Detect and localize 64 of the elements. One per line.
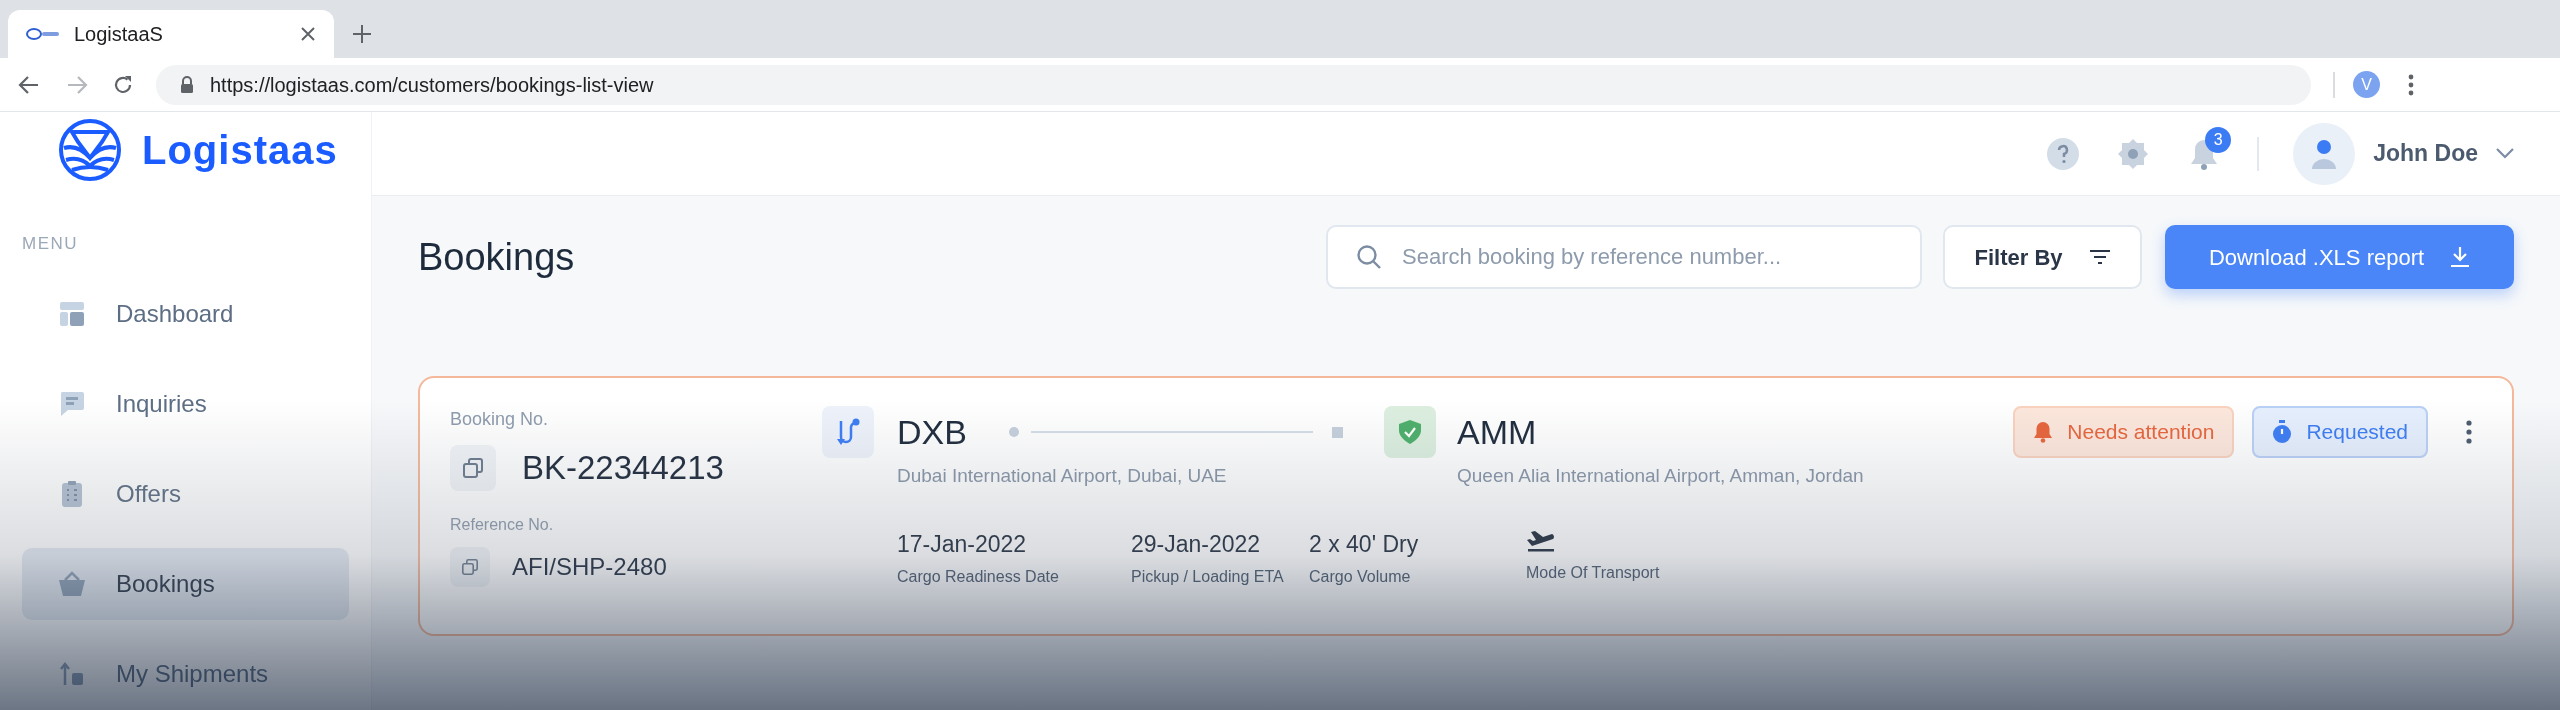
logo-icon [58,118,122,183]
page-title: Bookings [418,234,576,280]
status-badge: Needs attention [2013,406,2235,458]
reference-label: Reference No. [450,514,555,535]
sidebar-item[interactable]: Inquiries [22,368,349,440]
search-field[interactable]: Search booking by reference number... [1326,225,1922,289]
back-icon[interactable] [18,73,40,96]
destination-airport: Queen Alia International Airport, Amman, Jordan [1457,464,1865,488]
new-tab-icon[interactable] [352,24,372,44]
user-name[interactable]: John Doe [2373,136,2478,171]
search-icon [1356,244,1382,270]
user-icon [2311,138,2338,169]
download-icon [2450,246,2471,268]
destination-code: AMM [1457,411,1537,453]
reload-icon[interactable] [112,73,134,96]
address-bar[interactable]: https://logistaas.com/customers/bookings-list-view [156,64,2311,105]
booking-number: BK-22344213 [522,448,724,488]
copy-icon [463,457,483,478]
status-badge: Requested [2252,406,2428,458]
bell-icon [2033,421,2054,443]
more-options-icon[interactable] [2466,420,2472,444]
close-icon[interactable] [300,26,316,42]
sidebar-item[interactable]: Offers [22,458,349,530]
origin-airport: Dubai International Airport, Dubai, UAE [897,464,1228,488]
filter-button[interactable]: Filter By [1943,225,2142,289]
sidebar-item[interactable]: Bookings [22,548,349,620]
help-icon[interactable] [2047,137,2080,170]
shipments-icon [59,661,85,687]
booking-card[interactable] [418,376,2514,636]
forward-icon[interactable] [66,73,88,96]
dashboard-icon [59,301,85,327]
shield-check-icon [1398,419,1422,445]
url-text: https://logistaas.com/customers/bookings-list-view [210,72,654,98]
chevron-down-icon[interactable] [2496,148,2514,159]
reference-number: AFI/SHP-2480 [512,551,667,582]
detail-label: Mode Of Transport [1526,562,1661,583]
logo-text: Logistaas [142,127,338,175]
copy-button[interactable] [450,546,490,587]
detail-value: 29-Jan-2022 [1131,529,1262,557]
favicon-icon [26,27,60,41]
clipboard-icon [61,480,83,508]
origin-code: DXB [897,411,968,453]
sidebar-item[interactable]: Dashboard [22,278,349,350]
copy-icon [462,558,478,575]
settings-icon[interactable] [2117,137,2150,170]
detail-label: Pickup / Loading ETA [1131,566,1285,587]
detail-label: Cargo Readiness Date [897,566,1060,587]
basket-icon [58,571,86,597]
notification-count: 3 [2205,126,2232,153]
lock-icon [180,75,194,94]
browser-tab[interactable]: LogistaaS [8,10,334,58]
copy-button[interactable] [450,444,496,491]
tab-title: LogistaaS [74,22,164,47]
stopwatch-icon [2272,420,2293,444]
detail-label: Cargo Volume [1309,566,1412,587]
detail-value: 2 x 40' Dry [1309,529,1420,557]
download-button[interactable]: Download .XLS report [2165,225,2514,289]
more-icon[interactable] [2408,73,2414,96]
detail-value: 17-Jan-2022 [897,529,1028,557]
menu-heading: MENU [22,232,80,255]
chat-icon [59,391,85,417]
route-icon [836,417,860,447]
booking-label: Booking No. [450,408,550,431]
filter-icon [2088,249,2111,265]
